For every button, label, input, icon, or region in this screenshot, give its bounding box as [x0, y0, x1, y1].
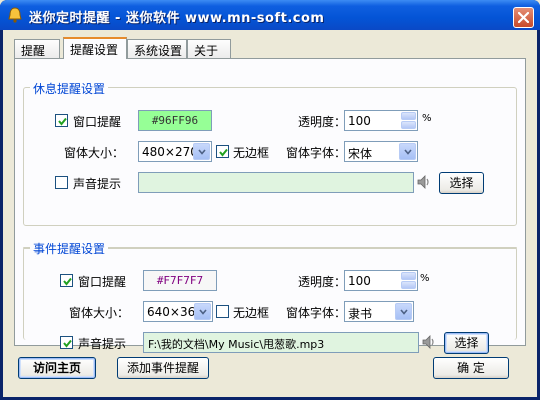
close-button[interactable]: [513, 7, 534, 28]
event-percent-label: %: [420, 273, 430, 284]
event-color-swatch[interactable]: #F7F7F7: [143, 270, 217, 291]
event-font-select[interactable]: 隶书: [344, 301, 414, 322]
rest-opacity-value: 100: [348, 114, 371, 128]
event-font-label: 窗体字体：: [286, 306, 347, 320]
title-bar[interactable]: 迷你定时提醒 - 迷你软件 www.mn-soft.com: [0, 0, 540, 30]
rest-sound-path-input[interactable]: [138, 172, 414, 193]
event-choose-sound-button[interactable]: 选择: [444, 332, 489, 354]
rest-size-select[interactable]: 480×270: [138, 141, 212, 162]
rest-sound-label: 声音提示: [73, 177, 122, 191]
event-group-title: 事件提醒设置: [30, 240, 109, 257]
rest-sound-checkbox[interactable]: [55, 176, 68, 189]
rest-window-remind-label: 窗口提醒: [73, 115, 122, 129]
event-sound-label: 声音提示: [78, 337, 127, 351]
chevron-down-icon: [198, 149, 206, 155]
rest-settings-group: 休息提醒设置 窗口提醒 #96FF96 透明度： 100 % 窗体大小： 480…: [23, 80, 517, 226]
tab-remind-settings[interactable]: 提醒设置: [63, 37, 127, 59]
rest-font-label: 窗体字体：: [286, 146, 347, 160]
tab-remind[interactable]: 提醒: [14, 39, 60, 58]
bell-icon: [8, 7, 22, 23]
rest-font-value: 宋体: [348, 147, 373, 161]
checkmark-icon: [58, 117, 67, 126]
rest-opacity-spinner[interactable]: 100: [344, 110, 418, 131]
add-event-reminder-button[interactable]: 添加事件提醒: [117, 357, 209, 379]
event-sound-checkbox[interactable]: [60, 336, 73, 349]
rest-group-title: 休息提醒设置: [30, 80, 109, 97]
event-font-value: 隶书: [348, 307, 373, 321]
spin-down-arrow-icon[interactable]: [401, 281, 416, 289]
chevron-down-icon: [400, 309, 408, 315]
checkmark-icon: [63, 277, 72, 286]
event-size-label: 窗体大小：: [69, 306, 130, 320]
app-window: 迷你定时提醒 - 迷你软件 www.mn-soft.com 提醒 提醒设置 系统…: [0, 0, 540, 400]
speaker-icon[interactable]: [416, 174, 432, 190]
tab-about[interactable]: 关于: [187, 39, 231, 58]
event-sound-path-value: F:\我的文档\My Music\甩葱歌.mp3: [148, 338, 325, 351]
rest-font-select[interactable]: 宋体: [344, 141, 418, 162]
event-settings-group: 事件提醒设置 窗口提醒 #F7F7F7 透明度： 100 % 窗体大小： 640…: [23, 240, 517, 354]
event-window-remind-checkbox[interactable]: [60, 274, 73, 287]
rest-borderless-checkbox[interactable]: [216, 145, 229, 158]
rest-borderless-label: 无边框: [233, 146, 270, 160]
rest-color-swatch[interactable]: #96FF96: [138, 110, 212, 131]
event-borderless-label: 无边框: [233, 306, 270, 320]
chevron-down-icon: [199, 309, 207, 315]
tab-system-settings[interactable]: 系统设置: [127, 39, 187, 58]
speaker-icon[interactable]: [421, 334, 437, 350]
event-opacity-spinner[interactable]: 100: [344, 270, 418, 291]
event-opacity-label: 透明度：: [298, 275, 347, 289]
checkmark-icon: [219, 148, 228, 157]
window-title: 迷你定时提醒 - 迷你软件 www.mn-soft.com: [29, 11, 325, 26]
client-area: 提醒 提醒设置 系统设置 关于 休息提醒设置 窗口提醒 #96FF96 透明度：…: [3, 30, 537, 397]
spin-up-arrow-icon[interactable]: [401, 112, 416, 120]
settings-panel: 休息提醒设置 窗口提醒 #96FF96 透明度： 100 % 窗体大小： 480…: [14, 58, 526, 354]
checkmark-icon: [63, 339, 72, 348]
event-sound-path-input[interactable]: F:\我的文档\My Music\甩葱歌.mp3: [143, 332, 419, 353]
event-size-select[interactable]: 640×360: [143, 301, 213, 322]
rest-size-label: 窗体大小：: [64, 146, 125, 160]
event-opacity-value: 100: [348, 274, 371, 288]
ok-button[interactable]: 确 定: [433, 357, 509, 379]
rest-percent-label: %: [422, 113, 432, 124]
visit-homepage-button[interactable]: 访问主页: [18, 357, 96, 379]
close-icon: [518, 12, 529, 23]
event-borderless-checkbox[interactable]: [216, 305, 229, 318]
rest-choose-sound-button[interactable]: 选择: [439, 172, 484, 194]
chevron-down-icon: [404, 149, 412, 155]
rest-size-value: 480×270: [142, 145, 198, 159]
spin-down-arrow-icon[interactable]: [401, 121, 416, 129]
rest-window-remind-checkbox[interactable]: [55, 114, 68, 127]
spin-up-arrow-icon[interactable]: [401, 272, 416, 280]
rest-opacity-label: 透明度：: [298, 115, 347, 129]
event-window-remind-label: 窗口提醒: [78, 275, 127, 289]
